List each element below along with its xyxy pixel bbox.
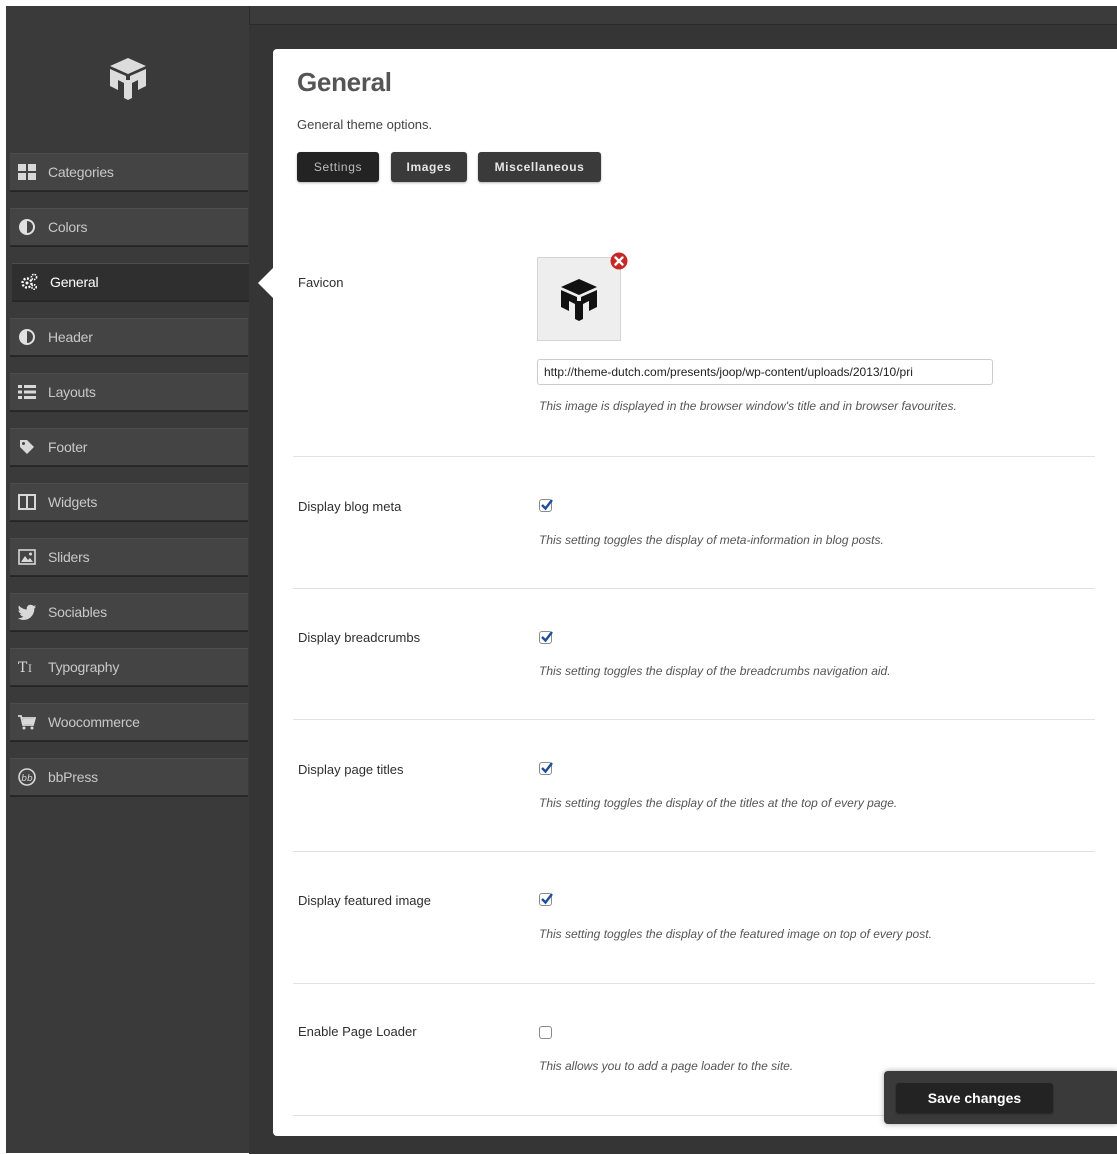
setting-label-page-titles: Display page titles [298, 762, 404, 777]
favicon-url-input[interactable] [537, 359, 993, 385]
setting-description-breadcrumbs: This setting toggles the display of the … [539, 664, 891, 678]
setting-description-page-loader: This allows you to add a page loader to … [539, 1059, 794, 1073]
sidebar-item-label: Typography [48, 659, 120, 675]
sidebar: Categories Colors General Header Layouts [6, 6, 250, 1153]
sidebar-item-typography[interactable]: TI Typography [10, 648, 248, 686]
contrast-icon [18, 218, 36, 236]
remove-image-icon[interactable] [610, 252, 628, 270]
sidebar-item-label: Layouts [48, 384, 96, 400]
sidebar-item-label: General [50, 274, 99, 290]
divider [293, 851, 1095, 852]
setting-label-page-loader: Enable Page Loader [298, 1024, 417, 1039]
sidebar-item-woocommerce[interactable]: Woocommerce [10, 703, 248, 741]
page-titles-checkbox[interactable] [539, 762, 553, 775]
sidebar-item-layouts[interactable]: Layouts [10, 373, 248, 411]
favicon-preview [537, 257, 621, 341]
sidebar-item-general[interactable]: General [12, 263, 250, 301]
tab-miscellaneous[interactable]: Miscellaneous [478, 152, 601, 182]
contrast-icon [18, 328, 36, 346]
checkmark-icon [541, 499, 553, 511]
blog-meta-checkbox[interactable] [539, 499, 553, 512]
sidebar-item-label: Sliders [48, 549, 90, 565]
setting-description-featured-image: This setting toggles the display of the … [539, 927, 932, 941]
checkmark-icon [541, 762, 553, 774]
sidebar-item-label: Header [48, 329, 93, 345]
divider [293, 456, 1095, 457]
tab-settings[interactable]: Settings [297, 152, 379, 182]
sidebar-item-label: bbPress [48, 769, 98, 785]
sidebar-item-widgets[interactable]: Widgets [10, 483, 248, 521]
save-button[interactable]: Save changes [896, 1083, 1053, 1113]
active-item-pointer [258, 268, 273, 298]
sidebar-item-label: Widgets [48, 494, 98, 510]
grid-icon [18, 163, 36, 181]
checkmark-icon [541, 631, 553, 643]
columns-icon [18, 493, 36, 511]
setting-description-blog-meta: This setting toggles the display of meta… [539, 533, 884, 547]
bbpress-icon: bb [18, 768, 36, 786]
sidebar-item-label: Footer [48, 439, 88, 455]
divider [293, 719, 1095, 720]
sidebar-item-bbpress[interactable]: bb bbPress [10, 758, 248, 796]
setting-label-breadcrumbs: Display breadcrumbs [298, 630, 421, 645]
page-title: General [297, 67, 392, 97]
list-icon [18, 383, 36, 401]
page-loader-checkbox[interactable] [539, 1026, 552, 1039]
sidebar-item-sliders[interactable]: Sliders [10, 538, 248, 576]
svg-text:I: I [28, 662, 32, 675]
favicon-description: This image is displayed in the browser w… [539, 399, 957, 413]
setting-label-blog-meta: Display blog meta [298, 499, 402, 514]
theme-logo-icon [110, 58, 146, 100]
featured-image-checkbox[interactable] [539, 893, 553, 906]
typography-icon: TI [18, 658, 36, 676]
svg-text:T: T [18, 660, 28, 676]
sidebar-item-label: Colors [48, 219, 88, 235]
cart-icon [18, 713, 36, 731]
tab-images[interactable]: Images [391, 152, 467, 182]
setting-description-page-titles: This setting toggles the display of the … [539, 796, 898, 810]
gears-icon [20, 273, 38, 291]
divider [293, 588, 1095, 589]
settings-panel: General General theme options. Settings … [273, 49, 1117, 1136]
sidebar-item-label: Woocommerce [48, 714, 140, 730]
admin-frame: Categories Colors General Header Layouts [6, 6, 1117, 1154]
image-icon [18, 548, 36, 566]
sidebar-item-footer[interactable]: Footer [10, 428, 248, 466]
setting-label-featured-image: Display featured image [298, 893, 431, 908]
sidebar-item-label: Sociables [48, 604, 107, 620]
favicon-logo-icon [561, 279, 597, 321]
sidebar-item-categories[interactable]: Categories [10, 153, 248, 191]
sidebar-item-label: Categories [48, 164, 114, 180]
sidebar-item-sociables[interactable]: Sociables [10, 593, 248, 631]
checkmark-icon [541, 893, 553, 905]
breadcrumbs-checkbox[interactable] [539, 631, 553, 644]
sidebar-item-colors[interactable]: Colors [10, 208, 248, 246]
twitter-bird-icon [18, 603, 36, 621]
favicon-label: Favicon [298, 275, 344, 290]
tag-icon [18, 438, 36, 456]
sidebar-item-header[interactable]: Header [10, 318, 248, 356]
save-bar: Save changes [884, 1071, 1117, 1124]
divider [293, 983, 1095, 984]
page-description: General theme options. [297, 117, 433, 132]
svg-text:bb: bb [21, 774, 33, 784]
